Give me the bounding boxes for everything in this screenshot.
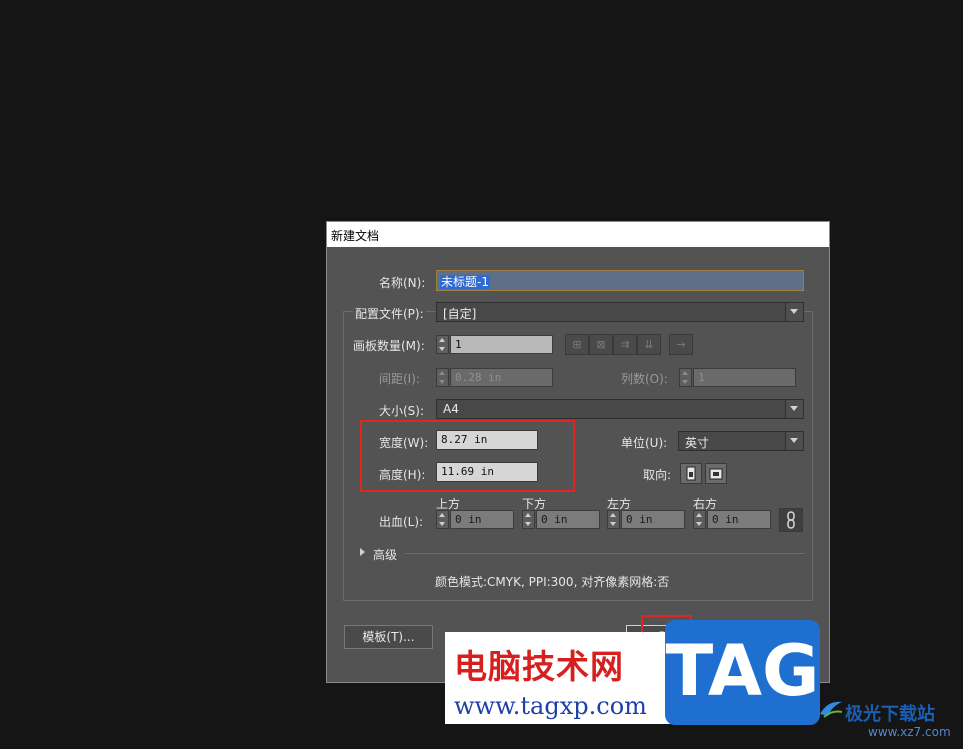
name-input[interactable]: 未标题-1 <box>436 270 804 291</box>
landscape-orientation-icon[interactable] <box>705 463 727 484</box>
grid-by-column-icon[interactable]: ⊠ <box>589 334 613 355</box>
advanced-label[interactable]: 高级 <box>373 546 397 563</box>
orientation-label: 取向: <box>643 468 672 482</box>
name-value: 未标题-1 <box>440 275 490 289</box>
size-value: A4 <box>443 402 459 416</box>
dialog-titlebar[interactable]: 新建文档 <box>327 222 829 247</box>
watermark-tag-text: TAG <box>665 630 820 712</box>
bleed-right-stepper[interactable] <box>693 510 706 529</box>
columns-input: 1 <box>693 368 796 387</box>
arrange-by-row-icon[interactable]: ⇉ <box>613 334 637 355</box>
chevron-down-icon <box>785 303 803 321</box>
spacing-stepper <box>436 368 449 387</box>
dialog-title: 新建文档 <box>331 229 380 243</box>
bleed-top-input[interactable]: 0 in <box>450 510 514 529</box>
bleed-left-stepper[interactable] <box>607 510 620 529</box>
templates-button[interactable]: 模板(T)... <box>344 625 433 649</box>
arrange-by-column-icon[interactable]: ⇊ <box>637 334 661 355</box>
units-value: 英寸 <box>685 436 710 450</box>
bleed-right-input[interactable]: 0 in <box>707 510 771 529</box>
highlight-box-dimensions <box>360 420 575 492</box>
artboards-stepper[interactable] <box>436 335 449 354</box>
artboards-label: 画板数量(M): <box>353 339 425 353</box>
watermark-url: www.tagxp.com <box>454 692 647 720</box>
summary-text: 颜色模式:CMYK, PPI:300, 对齐像素网格:否 <box>435 575 670 589</box>
size-dropdown[interactable]: A4 <box>436 399 804 419</box>
bleed-label: 出血(L): <box>379 515 424 529</box>
chevron-down-icon <box>785 432 803 450</box>
spacing-input: 0.28 in <box>450 368 553 387</box>
columns-label: 列数(O): <box>621 372 668 386</box>
artboards-input[interactable]: 1 <box>450 335 553 354</box>
profile-label: 配置文件(P): <box>353 305 426 322</box>
advanced-divider <box>405 553 805 554</box>
grid-by-row-icon[interactable]: ⊞ <box>565 334 589 355</box>
profile-value: [自定] <box>443 307 477 321</box>
bleed-left-input[interactable]: 0 in <box>621 510 685 529</box>
name-label: 名称(N): <box>379 276 426 290</box>
size-label: 大小(S): <box>379 404 425 418</box>
chevron-down-icon <box>785 400 803 418</box>
units-label: 单位(U): <box>621 436 668 450</box>
portrait-orientation-icon[interactable] <box>680 463 702 484</box>
left-to-right-layout-icon[interactable]: → <box>669 334 693 355</box>
columns-stepper <box>679 368 692 387</box>
expand-triangle-icon[interactable] <box>360 548 365 556</box>
watermark-brand-url: www.xz7.com <box>868 725 951 739</box>
profile-dropdown[interactable]: [自定] <box>436 302 804 322</box>
bleed-top-stepper[interactable] <box>436 510 449 529</box>
brand-logo-icon <box>818 698 844 720</box>
units-dropdown[interactable]: 英寸 <box>678 431 804 451</box>
watermark-tag-logo: TAG <box>665 620 820 725</box>
bleed-bottom-input[interactable]: 0 in <box>536 510 600 529</box>
link-chain-icon[interactable] <box>779 508 803 532</box>
watermark-brand: 极光下载站 <box>845 704 935 725</box>
new-document-dialog: 新建文档 名称(N): 未标题-1 配置文件(P): [自定] 画板数量(M):… <box>326 221 830 683</box>
bleed-bottom-stepper[interactable] <box>522 510 535 529</box>
spacing-label: 间距(I): <box>379 372 420 386</box>
watermark-text: 电脑技术网 <box>454 647 624 686</box>
